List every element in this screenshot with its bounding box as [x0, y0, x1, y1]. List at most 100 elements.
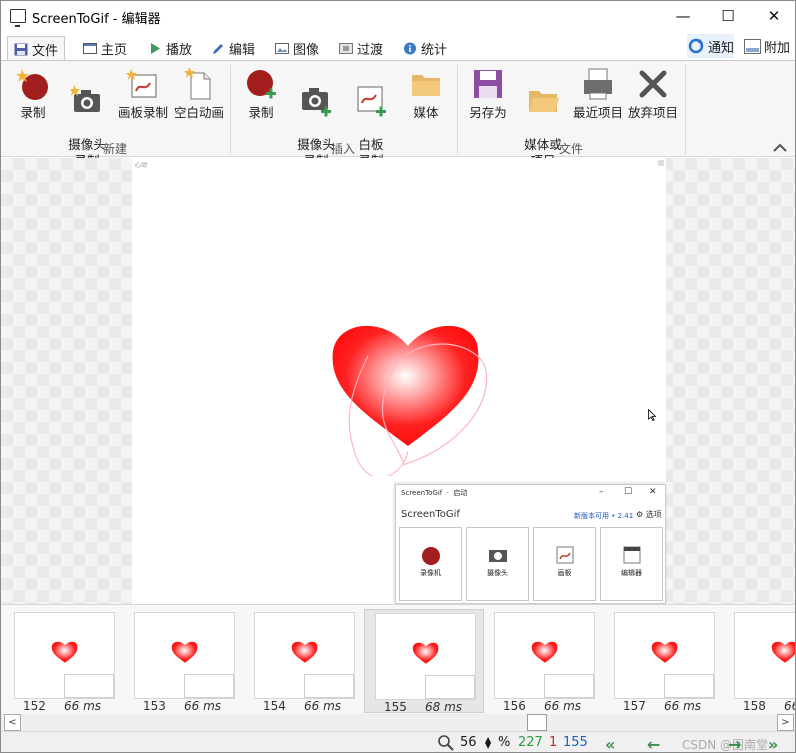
- notify-button[interactable]: 通知: [687, 34, 735, 58]
- frame-thumbnail[interactable]: 156 66 ms: [484, 609, 604, 713]
- first-frame-icon[interactable]: «: [605, 735, 615, 752]
- discard-icon: [639, 70, 667, 98]
- mini-card-board: 画板: [533, 527, 596, 601]
- tab-home[interactable]: 主页: [77, 36, 133, 60]
- frame-thumbnail-selected[interactable]: 155 68 ms: [364, 609, 484, 714]
- next-frame-icon[interactable]: →: [728, 735, 741, 752]
- mini-minimize-icon: –: [599, 487, 604, 497]
- thumbnail-dialog: [544, 674, 594, 698]
- new-board-button[interactable]: 画板录制: [114, 65, 172, 121]
- monitor-icon: [10, 9, 26, 27]
- frame-number: 156: [503, 699, 526, 713]
- previous-frame-icon[interactable]: ←: [647, 735, 660, 752]
- frame-number: 158: [743, 699, 766, 713]
- info-icon: [404, 42, 416, 54]
- tab-label: 主页: [101, 42, 128, 58]
- scroll-right-button[interactable]: >: [777, 714, 794, 731]
- tab-transition[interactable]: 过渡: [333, 36, 389, 60]
- thumbnail-image: [494, 612, 595, 699]
- group-label-file: 文件: [558, 142, 583, 156]
- current-frame: 心动 ScreenToGif · 启动 – ☐ ✕ ScreenToGif 新版…: [132, 158, 666, 604]
- frame-number: 152: [23, 699, 46, 713]
- frame-thumbnail[interactable]: 152 66 ms: [4, 609, 124, 713]
- frame-thumbnail[interactable]: 157 66 ms: [604, 609, 724, 713]
- scrollbar-thumb[interactable]: [527, 714, 547, 731]
- card-label: 录像机: [420, 569, 441, 577]
- canvas-area: 心动 ScreenToGif · 启动 – ☐ ✕ ScreenToGif 新版…: [1, 158, 795, 604]
- insert-media-button[interactable]: 媒体: [398, 65, 454, 121]
- tab-file[interactable]: 文件: [7, 36, 66, 61]
- card-label: 编辑器: [621, 569, 642, 577]
- image-icon: [275, 42, 289, 54]
- mini-title: ScreenToGif · 启动: [401, 489, 468, 497]
- minimize-button[interactable]: —: [660, 1, 706, 32]
- ribbon: 录制 摄像头 录制 画板录制 空白动画 新建 录制 摄像头 录制 白板 录制: [1, 60, 795, 168]
- card-label: 画板: [557, 569, 572, 577]
- last-frame-icon[interactable]: »: [768, 735, 778, 752]
- collapse-ribbon-icon[interactable]: [773, 141, 787, 156]
- folder-open-icon: [529, 91, 559, 112]
- window-title: ScreenToGif - 编辑器: [32, 12, 161, 27]
- folder-icon: [412, 75, 440, 96]
- frame-filmstrip: 152 66 ms 153 66 ms 154 66 ms 155 68 ms …: [1, 604, 795, 714]
- button-label: 空白动画: [173, 105, 224, 120]
- tab-play[interactable]: 播放: [142, 36, 198, 60]
- button-label: 放弃项目: [627, 105, 678, 120]
- frame-number: 155: [384, 700, 407, 714]
- extras-button[interactable]: 附加: [744, 34, 790, 58]
- save-as-button[interactable]: 另存为: [460, 65, 516, 121]
- frame-corner: [658, 160, 664, 166]
- mini-close-icon: ✕: [649, 487, 657, 497]
- button-label: 最近项目: [572, 105, 623, 120]
- group-label-new: 新建: [102, 142, 127, 156]
- frame-delay: 66 ms: [304, 699, 342, 713]
- group-label-insert: 插入: [330, 142, 355, 156]
- mini-card-recorder: 录像机: [399, 527, 462, 601]
- heart-icon: [771, 641, 795, 663]
- zoom-value[interactable]: 56: [460, 735, 477, 750]
- frame-total-count: 227: [518, 735, 543, 750]
- mini-version: 新版本可用 • 2.41: [574, 512, 634, 520]
- filmstrip-scrollbar[interactable]: < >: [1, 714, 795, 731]
- mini-card-editor: 编辑器: [600, 527, 663, 601]
- frame-thumbnail[interactable]: 154 66 ms: [244, 609, 364, 713]
- tab-edit[interactable]: 编辑: [205, 36, 261, 60]
- new-blank-button[interactable]: 空白动画: [171, 65, 227, 121]
- mouse-cursor-icon: [648, 409, 656, 421]
- discard-project-button[interactable]: 放弃项目: [625, 65, 681, 121]
- close-button[interactable]: ✕: [751, 1, 795, 32]
- maximize-button[interactable]: ☐: [705, 1, 751, 32]
- button-label: 媒体: [413, 105, 439, 120]
- board-add-icon: [357, 86, 386, 117]
- tab-image[interactable]: 图像: [269, 36, 325, 60]
- insert-record-button[interactable]: 录制: [233, 65, 289, 121]
- tab-statistics[interactable]: 统计: [397, 36, 453, 60]
- recent-projects-button[interactable]: 最近项目: [570, 65, 626, 121]
- frame-delay: 66 ms: [544, 699, 582, 713]
- frame-delay: 66 ms: [184, 699, 222, 713]
- heart-icon: [531, 641, 558, 663]
- zoom-stepper-icon[interactable]: ▲ ▼: [485, 736, 491, 750]
- blank-icon: [184, 67, 211, 100]
- tab-label: 编辑: [229, 42, 256, 58]
- button-label: 画板录制: [117, 105, 168, 120]
- notify-label: 通知: [708, 40, 735, 56]
- heart-icon: [412, 642, 439, 664]
- thumbnail-dialog: [664, 674, 714, 698]
- heart-icon: [51, 641, 78, 663]
- new-record-button[interactable]: 录制: [5, 65, 61, 121]
- thumbnail-dialog: [304, 674, 354, 698]
- mini-card-camera: 摄像头: [466, 527, 529, 601]
- frame-thumbnail[interactable]: 153 66 ms: [124, 609, 244, 713]
- scroll-left-button[interactable]: <: [4, 714, 21, 731]
- zoom-icon: [438, 735, 454, 751]
- camera-icon: [488, 550, 507, 562]
- frame-thumbnail[interactable]: 158 66 ms: [724, 609, 795, 713]
- divider: [230, 65, 231, 155]
- board-icon: [126, 69, 157, 98]
- button-label: 录制: [248, 105, 274, 120]
- button-label: 录制: [20, 105, 46, 120]
- frame-selected-count: 1: [549, 735, 558, 750]
- ribbon-tabs: 文件 主页 播放 编辑 图像 过渡 统计 通知 附加: [1, 34, 795, 61]
- thumbnail-image: [734, 612, 795, 699]
